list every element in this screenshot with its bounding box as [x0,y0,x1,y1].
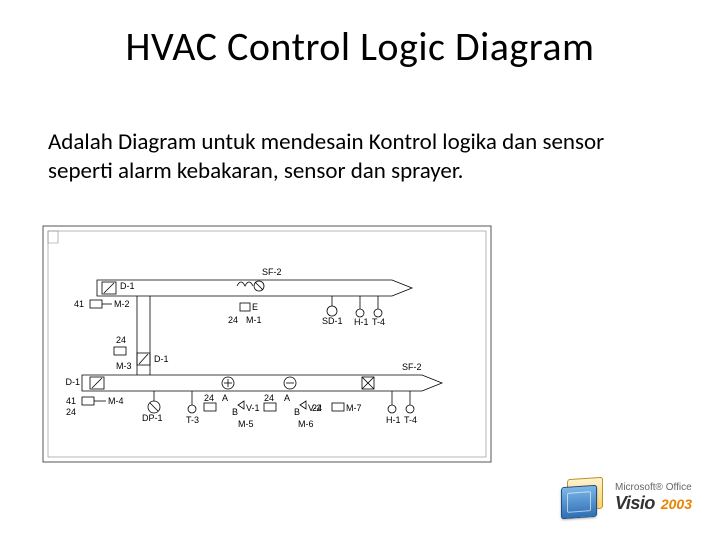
visio-logo-icon [561,478,607,518]
l-m7-24: 24 [312,403,322,413]
u-E: E [252,302,258,312]
l-h1: H-1 [386,415,401,425]
mid-m3: M-3 [116,361,132,371]
u-t4: T-4 [372,317,385,327]
l-d1: D-1 [65,377,80,387]
u-sd1: SD-1 [322,316,343,326]
u-h1: H-1 [354,317,369,327]
hvac-diagram: SF-2 D-1 41 M-2 E 24 [42,225,492,465]
l-m6: M-6 [298,419,314,429]
l-b1: B [232,407,238,417]
u-m2: M-2 [114,299,130,309]
l-m4: M-4 [108,396,124,406]
l-24: 24 [66,407,76,417]
visio-vendor: Microsoft® Office [615,482,692,493]
duct1-tag: SF-2 [262,267,282,277]
l-dp1: DP-1 [142,413,163,423]
visio-year: 2003 [661,496,692,512]
duct2-tag: SF-2 [402,362,422,372]
l-t4: T-4 [404,415,417,425]
visio-product: Visio [615,493,655,514]
mid-24: 24 [116,335,126,345]
u-41: 41 [74,299,84,309]
l-t3: T-3 [186,415,199,425]
mid-d1: D-1 [154,354,169,364]
l-a2: A [284,393,290,403]
l-a1: A [222,393,228,403]
l-41: 41 [66,396,76,406]
l-v1: V-1 [246,403,260,413]
l-m7: M-7 [346,403,362,413]
l-24a: 24 [204,393,214,403]
visio-logo: Microsoft® Office Visio 2003 [561,478,692,518]
u-24: 24 [228,315,238,325]
slide-body: Adalah Diagram untuk mendesain Kontrol l… [48,128,672,186]
u-d1: D-1 [120,281,135,291]
l-b2: B [294,407,300,417]
l-m5: M-5 [238,419,254,429]
u-M1: M-1 [246,315,262,325]
slide-title: HVAC Control Logic Diagram [0,22,720,71]
l-24b: 24 [264,393,274,403]
lower-duct: SF-2 D-1 41 24 M-4 DP-1 T-3 [65,362,442,429]
upper-duct: SF-2 D-1 41 M-2 E 24 [74,267,412,327]
